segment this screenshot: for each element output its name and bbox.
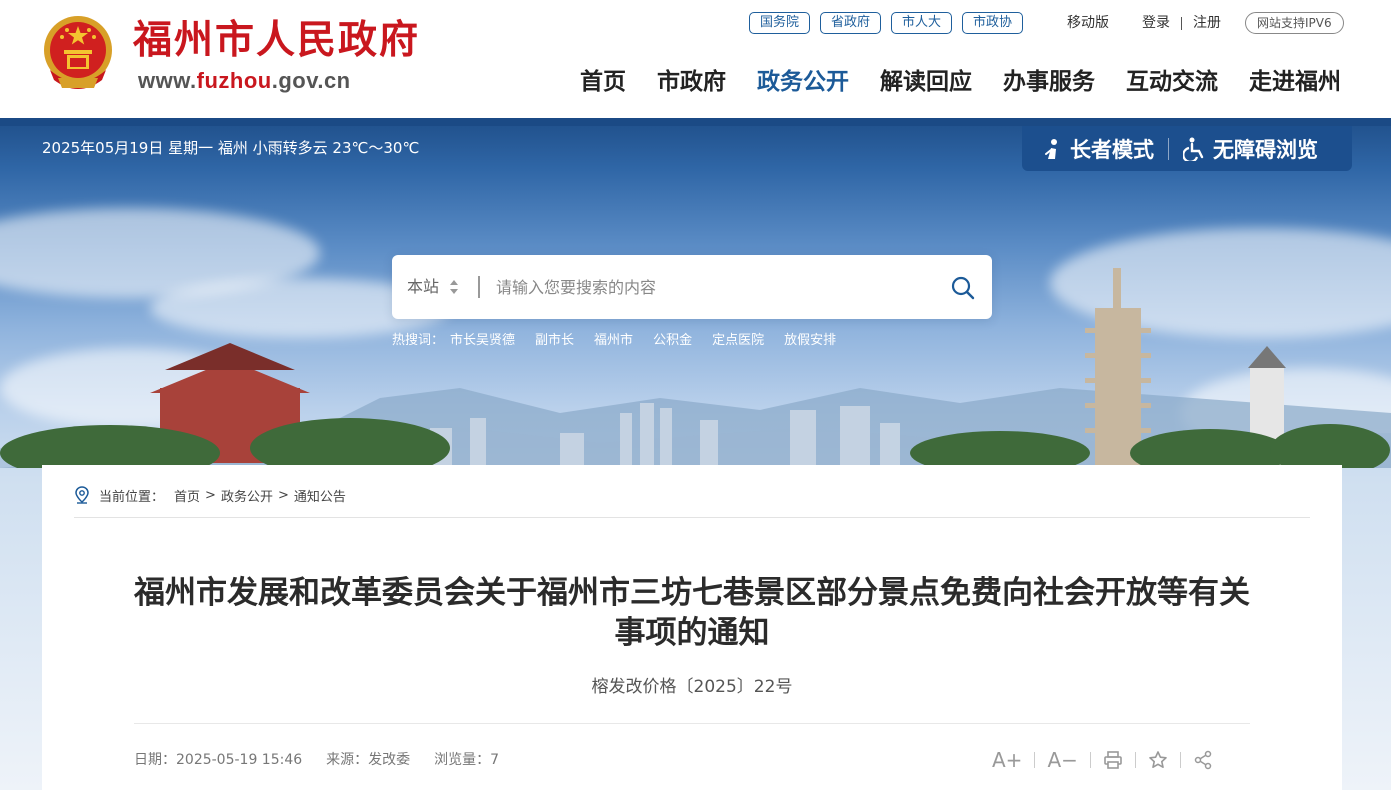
link-municipal-congress[interactable]: 市人大 [891,12,953,34]
article-title: 福州市发展和改革委员会关于福州市三坊七巷景区部分景点免费向社会开放等有关事项的通… [134,575,1250,651]
document-number: 榕发改价格〔2025〕22号 [591,677,793,697]
font-smaller-button[interactable]: A− [1047,748,1077,772]
login-link[interactable]: 登录 [1142,14,1170,32]
banner-top-strip [0,118,1391,126]
views-value: 7 [490,752,500,768]
nav-home[interactable]: 首页 [580,62,626,102]
article-card: 当前位置： 首页 > 政务公开 > 通知公告 福州市发展和改革委员会关于福州市三… [42,465,1342,790]
national-emblem-icon[interactable] [40,12,116,92]
ipv6-badge: 网站支持IPV6 [1245,12,1344,34]
breadcrumb-divider [74,517,1310,518]
hot-word-link[interactable]: 放假安排 [784,332,836,350]
source-label: 来源： [326,752,369,768]
breadcrumb-notices[interactable]: 通知公告 [294,486,346,505]
tool-divider [1034,752,1036,768]
star-favorite-icon[interactable] [1148,750,1168,770]
breadcrumb-separator: > [277,487,289,503]
breadcrumb: 当前位置： 首页 > 政务公开 > 通知公告 [74,485,346,505]
search-scope-select[interactable]: 本站 [407,255,439,319]
link-state-council[interactable]: 国务院 [749,12,811,34]
elder-person-icon [1045,138,1057,159]
article-meta: 日期：2025-05-19 15:46 来源：发改委 浏览量：7 [134,751,499,769]
share-icon[interactable] [1193,750,1213,770]
site-url[interactable]: www.fuzhou.gov.cn [138,68,351,94]
meta-divider [134,723,1250,724]
date-label: 日期： [134,752,176,768]
link-municipal-cppcc[interactable]: 市政协 [962,12,1024,34]
mobile-version-link[interactable]: 移动版 [1067,14,1109,32]
search-input[interactable] [496,267,936,307]
font-larger-button[interactable]: A+ [992,748,1022,772]
site-url-suffix: .gov.cn [271,68,351,93]
accessibility-bar: 长者模式 无障碍浏览 [1022,126,1352,171]
government-links: 国务院 省政府 市人大 市政协 [749,12,1024,34]
login-divider [1181,17,1182,30]
tool-divider [1134,752,1136,768]
views-label: 浏览量： [434,752,491,768]
elder-mode-label: 长者模式 [1070,137,1154,162]
nav-services[interactable]: 办事服务 [1003,62,1095,102]
nav-city-government[interactable]: 市政府 [657,62,726,102]
article-source: 来源：发改委 [326,751,410,769]
accessibility-divider [1168,137,1169,160]
location-pin-icon [75,486,89,504]
link-provincial-government[interactable]: 省政府 [820,12,882,34]
tool-divider [1179,752,1181,768]
search-box: 本站 [392,255,992,319]
nav-interpretation[interactable]: 解读回应 [880,62,972,102]
search-icon[interactable] [950,275,976,301]
site-header: 福州市人民政府 www.fuzhou.gov.cn 国务院 省政府 市人大 市政… [0,0,1391,118]
tool-divider [1089,752,1091,768]
hot-word-link[interactable]: 公积金 [653,332,692,350]
print-icon[interactable] [1103,750,1123,770]
publish-date: 日期：2025-05-19 15:46 [134,751,302,769]
nav-about-fuzhou[interactable]: 走进福州 [1249,62,1341,102]
accessibility-label: 无障碍浏览 [1213,137,1318,162]
article-tools: A+ A− [992,748,1213,772]
site-url-highlight: fuzhou [196,68,272,93]
hot-word-link[interactable]: 市长吴贤德 [450,332,515,350]
register-link[interactable]: 注册 [1193,14,1221,32]
hot-word-link[interactable]: 福州市 [594,332,633,350]
hot-search-label: 热搜词： [392,333,445,348]
nav-interaction[interactable]: 互动交流 [1126,62,1218,102]
site-url-prefix: www. [138,68,197,93]
site-name[interactable]: 福州市人民政府 [133,16,420,64]
main-nav: 首页 市政府 政务公开 解读回应 办事服务 互动交流 走进福州 [580,62,1341,102]
accessibility-button[interactable]: 无障碍浏览 [1183,134,1318,164]
date-value: 2025-05-19 15:46 [176,752,303,768]
date-weather: 2025年05月19日 星期一 福州 小雨转多云 23℃～30℃ [42,139,420,157]
elder-mode-button[interactable]: 长者模式 [1042,134,1154,164]
source-value: 发改委 [368,752,411,768]
hero-banner: 2025年05月19日 星期一 福州 小雨转多云 23℃～30℃ 长者模式 无障… [0,118,1391,790]
search-divider [478,276,480,298]
hot-word-link[interactable]: 定点医院 [712,332,764,350]
view-count: 浏览量：7 [434,751,499,769]
sort-arrows-icon[interactable] [449,279,459,295]
breadcrumb-separator: > [205,487,216,503]
breadcrumb-label: 当前位置： [99,489,165,505]
breadcrumb-government-affairs[interactable]: 政务公开 [221,486,273,505]
wheelchair-icon [1183,137,1204,161]
hot-search-words: 热搜词： 市长吴贤德 副市长 福州市 公积金 定点医院 放假安排 [392,332,836,350]
hot-word-link[interactable]: 副市长 [535,332,574,350]
nav-government-affairs[interactable]: 政务公开 [757,62,849,102]
breadcrumb-home[interactable]: 首页 [174,486,200,505]
